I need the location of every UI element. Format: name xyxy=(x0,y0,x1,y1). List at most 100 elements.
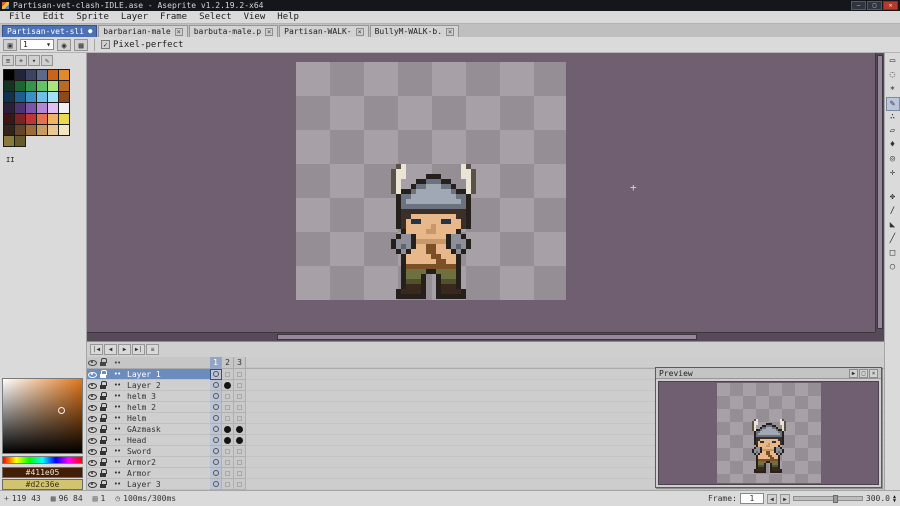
eye-icon[interactable] xyxy=(87,446,98,457)
spin-down-icon[interactable]: ▼ xyxy=(893,498,896,503)
menu-item-layer[interactable]: Layer xyxy=(115,11,154,23)
palette-swatch[interactable] xyxy=(59,125,70,136)
palette-swatch[interactable] xyxy=(15,125,26,136)
title-bar[interactable]: Partisan-vet-clash-IDLE.ase - Aseprite v… xyxy=(0,0,900,11)
ellipse-tool-icon[interactable]: ○ xyxy=(886,261,900,275)
cel[interactable] xyxy=(222,479,234,490)
zoom-slider-thumb[interactable] xyxy=(833,495,839,503)
palette-swatch[interactable] xyxy=(37,92,48,103)
cel[interactable] xyxy=(222,468,234,479)
palette-swatch[interactable] xyxy=(48,81,59,92)
frame-header-1[interactable]: 1 xyxy=(210,357,222,369)
eye-icon[interactable] xyxy=(87,435,98,446)
paint-bucket-tool-icon[interactable]: ◣ xyxy=(886,219,900,233)
cel[interactable] xyxy=(234,446,246,457)
cel[interactable] xyxy=(222,402,234,413)
menu-item-select[interactable]: Select xyxy=(193,11,238,23)
palette-swatch[interactable] xyxy=(48,125,59,136)
layer-row-left[interactable]: •• Sword xyxy=(87,446,210,457)
cel[interactable] xyxy=(222,435,234,446)
cel[interactable] xyxy=(210,380,222,391)
layer-row-left[interactable]: •• Head xyxy=(87,435,210,446)
sprite-canvas[interactable] xyxy=(386,164,481,299)
palette-swatch[interactable] xyxy=(59,92,70,103)
tab-close-icon[interactable]: × xyxy=(174,27,183,36)
move-tool-icon[interactable]: ✥ xyxy=(886,191,900,205)
menu-item-view[interactable]: View xyxy=(238,11,272,23)
preview-button-1[interactable]: □ xyxy=(859,368,868,378)
tab-barbarian-male[interactable]: barbarian-male × xyxy=(98,25,188,37)
cel[interactable] xyxy=(210,424,222,435)
lock-icon[interactable] xyxy=(98,446,109,457)
gradient-marker[interactable] xyxy=(58,407,66,415)
preview-button-2[interactable]: × xyxy=(869,368,878,378)
cel[interactable] xyxy=(234,435,246,446)
brush-size-field[interactable]: 1 ▾ xyxy=(20,39,54,50)
menu-item-frame[interactable]: Frame xyxy=(154,11,193,23)
palette-swatch[interactable] xyxy=(37,125,48,136)
layer-row-left[interactable]: •• Layer 3 xyxy=(87,479,210,490)
lock-icon[interactable] xyxy=(98,402,109,413)
palette-swatch[interactable] xyxy=(15,81,26,92)
continuous-icon[interactable]: •• xyxy=(109,480,125,488)
cel[interactable] xyxy=(222,380,234,391)
continuous-icon[interactable]: •• xyxy=(109,458,125,466)
continuous-icon[interactable]: •• xyxy=(109,381,125,389)
playback-button-1[interactable]: ◀ xyxy=(104,344,117,355)
tab-modified-dot[interactable]: ● xyxy=(88,28,92,35)
lock-icon[interactable] xyxy=(98,479,109,490)
cel[interactable] xyxy=(210,369,222,380)
menu-item-edit[interactable]: Edit xyxy=(37,11,71,23)
palette-swatch[interactable] xyxy=(26,125,37,136)
cel[interactable] xyxy=(234,369,246,380)
prev-frame-button[interactable]: ◀ xyxy=(766,493,777,504)
menu-item-help[interactable]: Help xyxy=(271,11,305,23)
palette-option-button-0[interactable]: ≡ xyxy=(2,55,14,66)
cel[interactable] xyxy=(222,446,234,457)
background-color-swatch[interactable]: #d2c36e xyxy=(2,479,83,490)
frame-header-3[interactable]: 3 xyxy=(234,357,246,369)
cel[interactable] xyxy=(222,457,234,468)
horizontal-scroll-thumb[interactable] xyxy=(277,334,697,340)
lock-icon[interactable] xyxy=(98,468,109,479)
cel[interactable] xyxy=(222,413,234,424)
playback-button-0[interactable]: |◀ xyxy=(90,344,103,355)
cel[interactable] xyxy=(234,380,246,391)
layer-row-left[interactable]: •• Armor2 xyxy=(87,457,210,468)
eye-icon[interactable] xyxy=(87,424,98,435)
slice-tool-icon[interactable]: ∕ xyxy=(886,205,900,219)
cel[interactable] xyxy=(210,413,222,424)
palette-swatch[interactable] xyxy=(48,92,59,103)
palette-swatch[interactable] xyxy=(4,81,15,92)
zoom-slider[interactable] xyxy=(792,495,863,503)
frame-header-2[interactable]: 2 xyxy=(222,357,234,369)
eye-icon[interactable] xyxy=(87,468,98,479)
palette-swatch[interactable] xyxy=(59,114,70,125)
palette-swatch[interactable] xyxy=(37,114,48,125)
palette-swatch[interactable] xyxy=(15,92,26,103)
tab-partisan-walk-[interactable]: Partisan-WALK- × xyxy=(279,25,369,37)
eye-icon[interactable] xyxy=(87,402,98,413)
rectangle-tool-icon[interactable]: □ xyxy=(886,247,900,261)
palette-swatch[interactable] xyxy=(4,92,15,103)
cel[interactable] xyxy=(210,435,222,446)
palette-swatch[interactable] xyxy=(4,114,15,125)
pencil-tool-icon[interactable]: ✎ xyxy=(885,97,900,111)
vertical-scroll-thumb[interactable] xyxy=(877,55,883,329)
lock-icon[interactable] xyxy=(98,435,109,446)
cel[interactable] xyxy=(210,457,222,468)
eye-column-icon[interactable] xyxy=(87,357,98,368)
layer-row-left[interactable]: •• Layer 2 xyxy=(87,380,210,391)
palette-option-button-3[interactable]: ✎ xyxy=(41,55,53,66)
cel[interactable] xyxy=(234,391,246,402)
menu-item-sprite[interactable]: Sprite xyxy=(70,11,115,23)
palette-swatch[interactable] xyxy=(4,70,15,81)
editor-vertical-scrollbar[interactable] xyxy=(875,53,884,332)
palette-swatch[interactable] xyxy=(26,92,37,103)
cel[interactable] xyxy=(234,479,246,490)
continuous-icon[interactable]: •• xyxy=(109,414,125,422)
lock-icon[interactable] xyxy=(98,391,109,402)
next-frame-button[interactable]: ▶ xyxy=(779,493,790,504)
lock-icon[interactable] xyxy=(98,424,109,435)
pixel-perfect-toggle[interactable]: ✓ Pixel-perfect xyxy=(101,40,183,50)
